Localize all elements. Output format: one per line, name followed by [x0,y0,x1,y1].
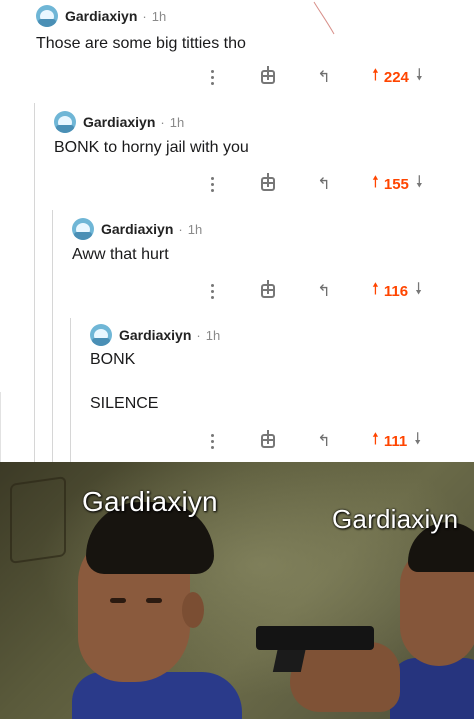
award-icon [261,280,275,298]
ear [182,592,204,628]
comment-header: Gardiaxiyn · 1h [54,110,474,134]
comment-body: BONK SILENCE [90,349,474,415]
timestamp: 1h [169,114,185,130]
downvote-arrow-icon[interactable]: 🠗 [414,428,421,455]
eye [110,598,126,603]
award-button[interactable] [256,172,280,196]
downvote-arrow-icon[interactable]: 🠗 [416,64,423,91]
comment-text: BONK to horny jail with you [54,139,249,156]
username[interactable]: Gardiaxiyn [119,327,191,343]
score: 116 [383,282,409,300]
vote-control: 🠕 224 🠗 [372,65,423,89]
comment-thread: Gardiaxiyn · 1h Those are some big titti… [0,0,474,462]
comment-text: BONK [90,351,136,368]
timestamp: 1h [151,8,167,24]
reply-icon[interactable]: ↰ [312,65,336,89]
caption-right: Gardiaxiyn [332,504,459,534]
comment: Gardiaxiyn · 1h BONK to horny jail with … [54,110,474,159]
separator-dot: · [196,327,201,343]
award-button[interactable] [256,65,280,89]
comment: Gardiaxiyn · 1h Those are some big titti… [36,4,474,55]
pistol-slide [256,626,374,650]
username[interactable]: Gardiaxiyn [65,8,137,24]
eye [146,598,162,603]
upvote-arrow-icon[interactable]: 🠕 [372,64,379,91]
award-button[interactable] [256,429,280,453]
award-icon [261,173,275,191]
comment-header: Gardiaxiyn · 1h [90,323,474,347]
upvote-arrow-icon[interactable]: 🠕 [372,278,379,305]
comment-body: Those are some big titties tho [36,33,474,55]
downvote-arrow-icon[interactable]: 🠗 [415,278,422,305]
comment: Gardiaxiyn · 1h Aww that hurt [72,217,474,266]
comment-text: SILENCE [90,395,159,412]
award-icon [261,66,275,84]
username[interactable]: Gardiaxiyn [83,114,155,130]
upvote-arrow-icon[interactable]: 🠕 [372,428,379,455]
upvote-arrow-icon[interactable]: 🠕 [372,171,379,198]
comment-header: Gardiaxiyn · 1h [36,4,474,28]
kebab-icon[interactable] [206,172,218,196]
avatar[interactable] [54,111,76,133]
comment-actions: ↰ 🠕 155 🠗 [0,172,474,196]
reply-icon[interactable]: ↰ [312,279,336,303]
score: 111 [383,432,408,450]
award-button[interactable] [256,279,280,303]
vote-control: 🠕 155 🠗 [372,172,423,196]
kebab-icon[interactable] [206,65,218,89]
avatar[interactable] [90,324,112,346]
person-left [72,502,242,719]
comment-text: Aww that hurt [72,246,169,263]
reply-icon[interactable]: ↰ [312,429,336,453]
kebab-icon[interactable] [206,429,218,453]
comment-actions: ↰ 🠕 116 🠗 [0,279,474,303]
username[interactable]: Gardiaxiyn [101,221,173,237]
comment: Gardiaxiyn · 1h BONK SILENCE [90,323,474,415]
reply-icon[interactable]: ↰ [312,172,336,196]
thread-line[interactable] [52,210,53,462]
timestamp: 1h [187,221,203,237]
comment-body: BONK to horny jail with you [54,137,474,159]
separator-dot: · [178,221,183,237]
caption-left: Gardiaxiyn [82,486,218,517]
comment-actions: ↰ 🠕 111 🠗 [0,429,474,453]
comment-body: Aww that hurt [72,244,474,266]
pistol [256,620,374,672]
comment-actions: ↰ 🠕 224 🠗 [0,65,474,89]
person-right [390,522,474,719]
downvote-arrow-icon[interactable]: 🠗 [416,171,423,198]
avatar[interactable] [36,5,58,27]
separator-dot: · [160,114,165,130]
shirt [390,658,474,719]
score: 155 [383,175,409,193]
vote-control: 🠕 116 🠗 [372,279,422,303]
shirt [72,672,242,719]
kebab-icon[interactable] [206,279,218,303]
award-icon [261,430,275,448]
score: 224 [383,68,409,86]
vote-control: 🠕 111 🠗 [372,429,421,453]
basketball-hoop [10,476,66,564]
timestamp: 1h [205,327,221,343]
comment-header: Gardiaxiyn · 1h [72,217,474,241]
comment-text: Those are some big titties tho [36,35,246,52]
meme-image: Gardiaxiyn Gardiaxiyn [0,462,474,719]
avatar[interactable] [72,218,94,240]
separator-dot: · [142,8,147,24]
